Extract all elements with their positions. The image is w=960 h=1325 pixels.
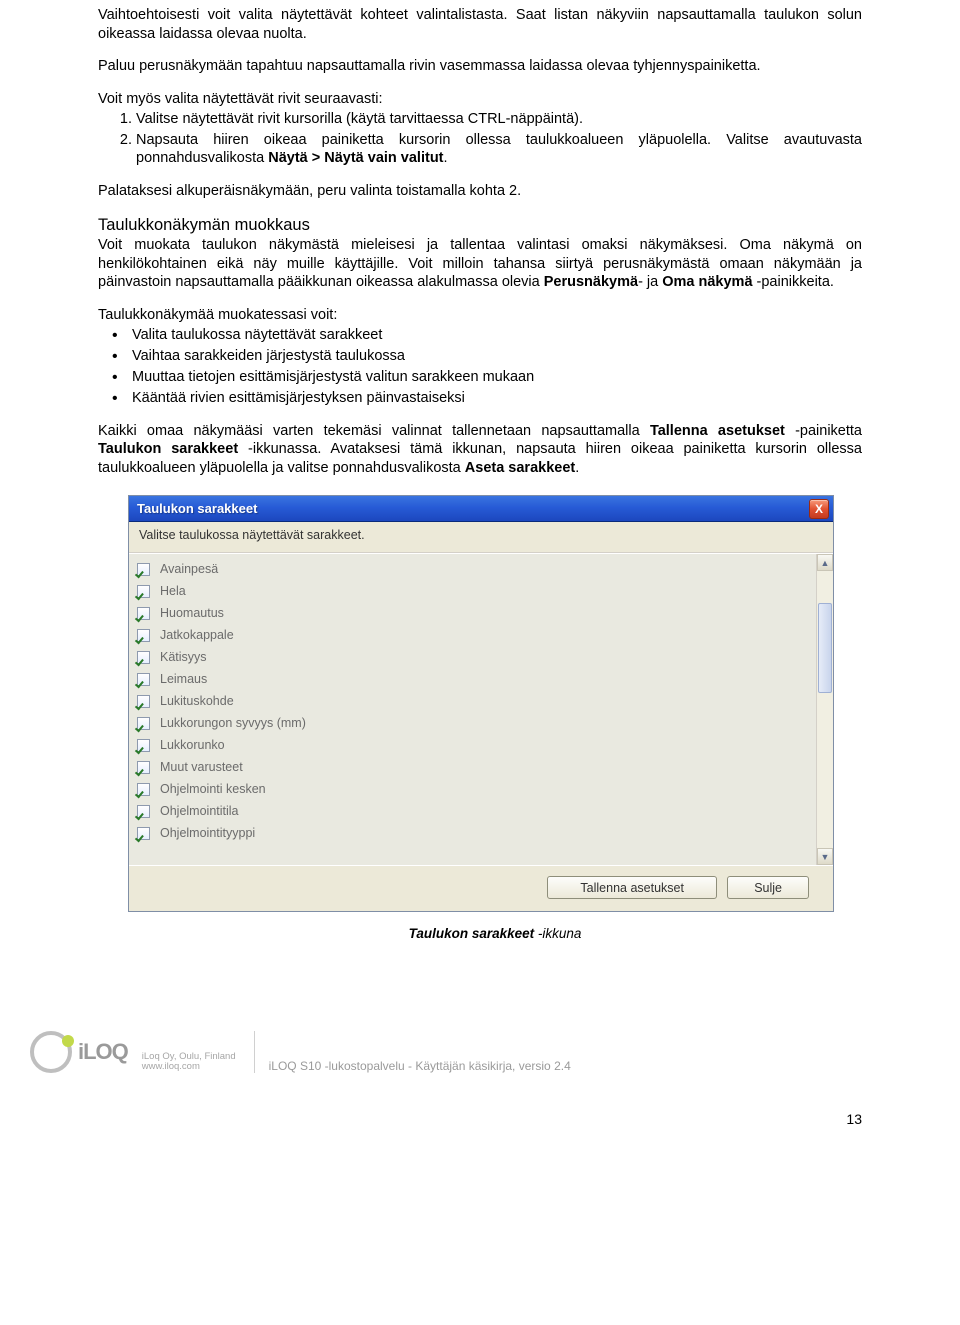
- checkbox-row[interactable]: Jatkokappale: [137, 624, 833, 646]
- list-item: Napsauta hiiren oikeaa painiketta kursor…: [136, 131, 862, 168]
- checkbox[interactable]: [137, 651, 150, 664]
- scroll-thumb[interactable]: [818, 603, 832, 693]
- section-heading: Taulukkonäkymän muokkaus: [98, 216, 862, 236]
- checkbox-list: Avainpesä Hela Huomautus Jatkokappale Kätisy…: [129, 553, 833, 865]
- close-button[interactable]: X: [809, 499, 829, 519]
- checkbox-label: Ohjelmointitila: [160, 804, 239, 818]
- dialog-title: Taulukon sarakkeet: [137, 501, 809, 516]
- checkbox[interactable]: [137, 739, 150, 752]
- checkbox[interactable]: [137, 695, 150, 708]
- checkbox-row[interactable]: Huomautus: [137, 602, 833, 624]
- dialog-titlebar[interactable]: Taulukon sarakkeet X: [129, 496, 833, 522]
- paragraph: Voit myös valita näytettävät rivit seura…: [98, 90, 862, 109]
- checkbox[interactable]: [137, 805, 150, 818]
- checkbox-label: Kätisyys: [160, 650, 207, 664]
- checkbox[interactable]: [137, 673, 150, 686]
- checkbox-row[interactable]: Ohjelmointitila: [137, 800, 833, 822]
- checkbox-label: Ohjelmointityyppi: [160, 826, 255, 840]
- figure-caption: Taulukon sarakkeet -ikkuna: [128, 926, 862, 941]
- checkbox[interactable]: [137, 585, 150, 598]
- checkbox-row[interactable]: Hela: [137, 580, 833, 602]
- scroll-up-icon[interactable]: ▲: [817, 554, 833, 571]
- page-footer: iLOQ iLoq Oy, Oulu, Finland www.iloq.com…: [0, 1031, 960, 1083]
- dialog-window: Taulukon sarakkeet X Valitse taulukossa …: [128, 495, 834, 912]
- checkbox-row[interactable]: Leimaus: [137, 668, 833, 690]
- paragraph: Paluu perusnäkymään tapahtuu napsauttama…: [98, 57, 862, 76]
- document-title: iLOQ S10 -lukostopalvelu - Käyttäjän käs…: [269, 1059, 571, 1073]
- checkbox-row[interactable]: Muut varusteet: [137, 756, 833, 778]
- checkbox-row[interactable]: Ohjelmointityyppi: [137, 822, 833, 844]
- checkbox-label: Hela: [160, 584, 186, 598]
- checkbox[interactable]: [137, 563, 150, 576]
- checkbox-row[interactable]: Kätisyys: [137, 646, 833, 668]
- page-number: 13: [0, 1083, 960, 1127]
- scroll-down-icon[interactable]: ▼: [817, 848, 833, 865]
- logo: iLOQ: [30, 1031, 128, 1073]
- checkbox[interactable]: [137, 827, 150, 840]
- scrollbar[interactable]: ▲ ▼: [816, 554, 833, 865]
- checkbox-row[interactable]: Lukkorunko: [137, 734, 833, 756]
- paragraph: Taulukkonäkymää muokatessasi voit:: [98, 306, 862, 325]
- checkbox-row[interactable]: Lukituskohde: [137, 690, 833, 712]
- checkbox-label: Jatkokappale: [160, 628, 234, 642]
- dialog-instruction: Valitse taulukossa näytettävät sarakkeet…: [129, 522, 833, 553]
- close-icon: X: [815, 502, 823, 516]
- checkbox-row[interactable]: Ohjelmointi kesken: [137, 778, 833, 800]
- list-item: Vaihtaa sarakkeiden järjestystä taulukos…: [120, 347, 862, 366]
- list-item: Valitse näytettävät rivit kursorilla (kä…: [136, 110, 862, 129]
- list-item: Valita taulukossa näytettävät sarakkeet: [120, 326, 862, 345]
- checkbox[interactable]: [137, 761, 150, 774]
- checkbox-label: Ohjelmointi kesken: [160, 782, 266, 796]
- logo-icon: [30, 1031, 72, 1073]
- checkbox-label: Leimaus: [160, 672, 207, 686]
- checkbox[interactable]: [137, 629, 150, 642]
- paragraph: Vaihtoehtoisesti voit valita näytettävät…: [98, 6, 862, 43]
- checkbox-label: Lukkorungon syvyys (mm): [160, 716, 306, 730]
- checkbox-label: Muut varusteet: [160, 760, 243, 774]
- checkbox-label: Huomautus: [160, 606, 224, 620]
- paragraph: Voit muokata taulukon näkymästä mieleise…: [98, 236, 862, 292]
- logo-text: iLOQ: [78, 1039, 128, 1065]
- paragraph: Kaikki omaa näkymääsi varten tekemäsi va…: [98, 422, 862, 478]
- company-info: iLoq Oy, Oulu, Finland www.iloq.com: [142, 1052, 236, 1074]
- checkbox-row[interactable]: Lukkorungon syvyys (mm): [137, 712, 833, 734]
- checkbox-label: Lukituskohde: [160, 694, 234, 708]
- checkbox[interactable]: [137, 783, 150, 796]
- checkbox[interactable]: [137, 717, 150, 730]
- ordered-list: Valitse näytettävät rivit kursorilla (kä…: [98, 110, 862, 168]
- checkbox-label: Avainpesä: [160, 562, 218, 576]
- list-item: Kääntää rivien esittämisjärjestyksen päi…: [120, 389, 862, 408]
- save-settings-button[interactable]: Tallenna asetukset: [547, 876, 717, 899]
- close-dialog-button[interactable]: Sulje: [727, 876, 809, 899]
- paragraph: Palataksesi alkuperäisnäkymään, peru val…: [98, 182, 862, 201]
- bullet-list: Valita taulukossa näytettävät sarakkeet …: [98, 326, 862, 407]
- checkbox-row[interactable]: Avainpesä: [137, 558, 833, 580]
- checkbox[interactable]: [137, 607, 150, 620]
- dialog-button-bar: Tallenna asetukset Sulje: [129, 865, 833, 911]
- list-item: Muuttaa tietojen esittämisjärjestystä va…: [120, 368, 862, 387]
- checkbox-label: Lukkorunko: [160, 738, 225, 752]
